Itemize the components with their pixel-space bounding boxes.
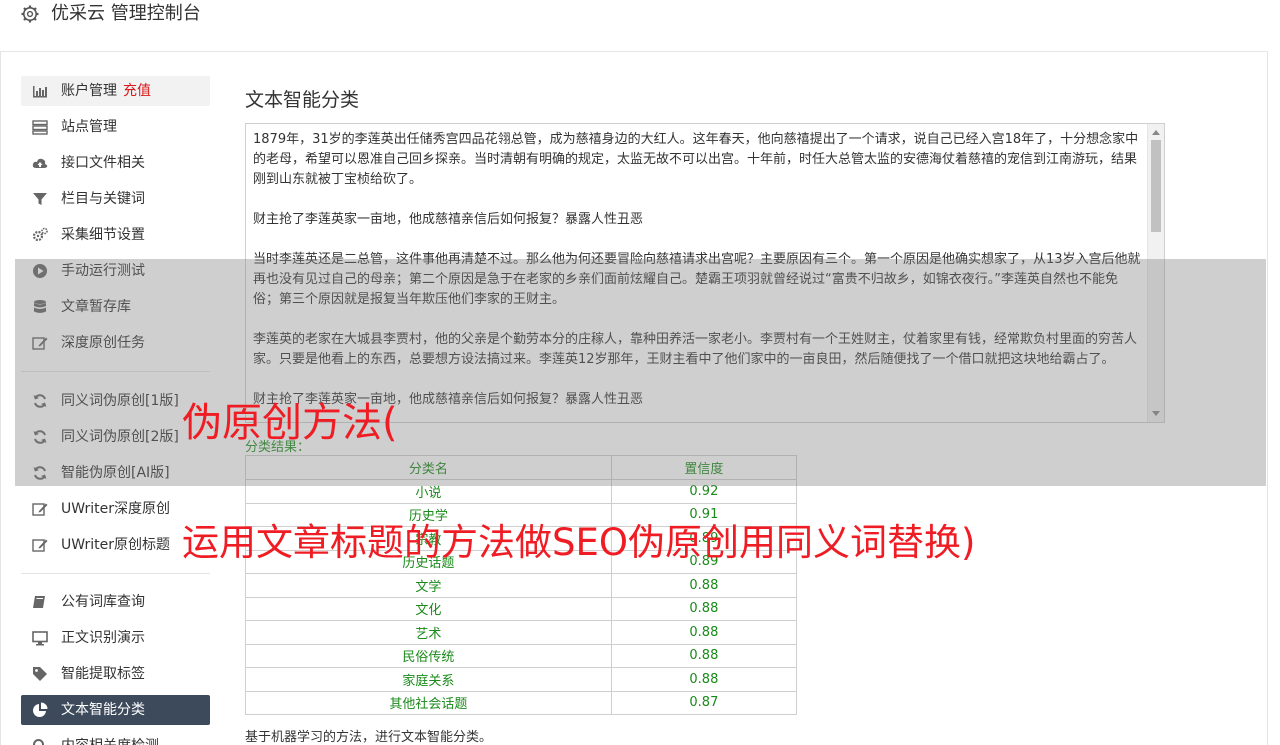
sidebar-divider bbox=[21, 573, 210, 574]
classification-table: 分类名 置信度 小说 0.92 历史学 0.91 宗教 0.89 历史话题 0.89 文… bbox=[245, 455, 798, 715]
pie-chart-icon bbox=[33, 702, 48, 717]
category-cell: 家庭关系 bbox=[245, 667, 612, 692]
confidence-cell: 0.88 bbox=[610, 643, 798, 668]
sidebar-item-text-recognition[interactable]: 正文识别演示 bbox=[21, 623, 210, 653]
app-title: 优采云 管理控制台 bbox=[51, 3, 201, 24]
recharge-link[interactable]: 充值 bbox=[123, 83, 151, 99]
category-cell: 文学 bbox=[245, 573, 612, 598]
edit-icon bbox=[32, 503, 48, 516]
book-icon bbox=[33, 596, 45, 608]
server-icon bbox=[32, 120, 48, 135]
frame-right-border bbox=[1267, 0, 1268, 745]
footnote: 基于机器学习的方法，进行文本智能分类。 bbox=[245, 730, 493, 745]
sidebar-item-relevance[interactable]: 内容相关度检测 bbox=[21, 731, 210, 745]
category-cell: 其他社会话题 bbox=[245, 690, 612, 715]
edit-icon bbox=[32, 539, 48, 552]
confidence-cell: 0.88 bbox=[610, 596, 798, 621]
cogs-icon bbox=[32, 227, 48, 242]
table-row: 其他社会话题 0.87 bbox=[245, 690, 798, 715]
sidebar-item-label: 栏目与关键词 bbox=[61, 191, 145, 207]
frame-left-border bbox=[0, 0, 1, 745]
sidebar-item-label: 账户管理 bbox=[61, 83, 117, 99]
sidebar-item-label: 内容相关度检测 bbox=[61, 731, 159, 745]
monitor-icon bbox=[32, 631, 48, 646]
page-title: 文本智能分类 bbox=[245, 89, 360, 111]
sidebar-item-label: 文本智能分类 bbox=[61, 702, 145, 718]
confidence-cell: 0.88 bbox=[610, 667, 798, 692]
sidebar-item-label: 正文识别演示 bbox=[61, 630, 145, 646]
sidebar-item-label: 站点管理 bbox=[61, 119, 117, 135]
sidebar-item-tag-extract[interactable]: 智能提取标签 bbox=[21, 659, 210, 689]
sidebar-item-text-classify[interactable]: 文本智能分类 bbox=[21, 695, 210, 725]
article-paragraph: 财主抢了李莲英家一亩地，他成慈禧亲信后如何报复？暴露人性丑恶 bbox=[253, 212, 644, 227]
scroll-up-arrow-icon[interactable] bbox=[1152, 130, 1160, 135]
sidebar-item-label: 公有词库查询 bbox=[61, 594, 145, 610]
article-paragraph: 1879年，31岁的李莲英出任储秀宫四品花翎总管，成为慈禧身边的大红人。这年春天… bbox=[253, 132, 1139, 187]
bar-chart-icon bbox=[33, 86, 47, 98]
table-row: 文化 0.88 bbox=[245, 596, 798, 621]
table-row: 艺术 0.88 bbox=[245, 620, 798, 645]
sidebar-item-interface[interactable]: 接口文件相关 bbox=[21, 148, 210, 178]
table-row: 文学 0.88 bbox=[245, 573, 798, 598]
top-header: 优采云 管理控制台 bbox=[0, 0, 1268, 52]
overlay-title-line-1: 伪原创方法( bbox=[182, 400, 398, 446]
watermark-overlay-band bbox=[15, 259, 1266, 486]
confidence-cell: 0.88 bbox=[610, 620, 798, 645]
table-row: 家庭关系 0.88 bbox=[245, 667, 798, 692]
filter-icon bbox=[33, 193, 47, 205]
sidebar-item-columns[interactable]: 栏目与关键词 bbox=[21, 184, 210, 214]
confidence-cell: 0.87 bbox=[610, 690, 798, 715]
sidebar-item-account[interactable]: 账户管理 充值 bbox=[21, 76, 210, 106]
overlay-title-line-2: 运用文章标题的方法做SEO伪原创用同义词替换) bbox=[182, 521, 976, 564]
sidebar-item-label: 接口文件相关 bbox=[61, 155, 145, 171]
sidebar-item-label: UWriter深度原创 bbox=[61, 501, 170, 517]
sidebar-item-label: UWriter原创标题 bbox=[61, 537, 170, 553]
category-cell: 艺术 bbox=[245, 620, 612, 645]
sidebar-item-sites[interactable]: 站点管理 bbox=[21, 112, 210, 142]
sidebar-item-public-dict[interactable]: 公有词库查询 bbox=[21, 587, 210, 617]
gear-icon bbox=[21, 5, 39, 23]
cloud-upload-icon bbox=[32, 158, 48, 168]
sidebar-item-label: 智能提取标签 bbox=[61, 666, 145, 682]
search-icon bbox=[33, 739, 44, 745]
category-cell: 文化 bbox=[245, 596, 612, 621]
scroll-thumb[interactable] bbox=[1151, 140, 1161, 232]
category-cell: 民俗传统 bbox=[245, 643, 612, 668]
sidebar-item-collect[interactable]: 采集细节设置 bbox=[21, 220, 210, 250]
sidebar-item-label: 采集细节设置 bbox=[61, 227, 145, 243]
table-row: 民俗传统 0.88 bbox=[245, 643, 798, 668]
tag-icon bbox=[33, 667, 47, 681]
confidence-cell: 0.88 bbox=[610, 573, 798, 598]
